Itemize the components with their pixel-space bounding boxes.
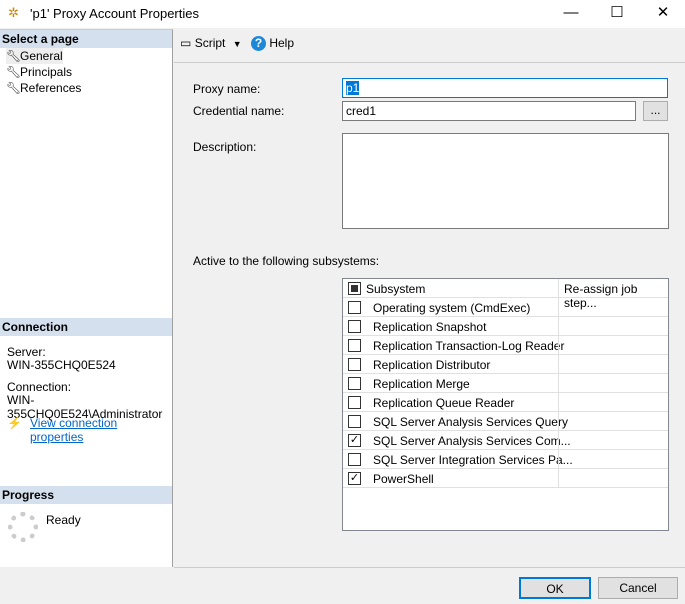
reassign-cell[interactable]	[558, 336, 668, 355]
help-button[interactable]: Help	[269, 36, 294, 50]
select-all-checkbox[interactable]	[348, 282, 361, 295]
cancel-button[interactable]: Cancel	[598, 577, 678, 599]
subsystems-label: Active to the following subsystems:	[193, 254, 380, 268]
server-value: WIN-355CHQ0E524	[7, 358, 116, 372]
subsystem-checkbox[interactable]	[348, 415, 361, 428]
divider	[174, 567, 685, 568]
subsystem-name: Replication Merge	[373, 377, 470, 391]
divider	[174, 62, 685, 63]
subsystem-name: Replication Distributor	[373, 358, 491, 372]
toolbar: ▭ Script ▼ ? Help	[180, 36, 294, 51]
reassign-cell[interactable]	[558, 431, 668, 450]
reassign-cell[interactable]	[558, 317, 668, 336]
subsystems-grid: Subsystem Re-assign job step... Operatin…	[342, 278, 669, 531]
subsystem-column-header[interactable]: Subsystem	[366, 282, 425, 296]
subsystem-checkbox[interactable]: ✓	[348, 434, 361, 447]
page-principals[interactable]: 🔧︎Principals	[6, 64, 72, 80]
reassign-cell[interactable]	[558, 393, 668, 412]
grid-row[interactable]: SQL Server Analysis Services Query	[343, 412, 668, 431]
subsystem-name: Operating system (CmdExec)	[373, 301, 531, 315]
wrench-icon: 🔧︎	[6, 81, 22, 95]
script-icon: ▭	[180, 36, 192, 50]
maximize-button[interactable]: ☐	[594, 0, 640, 28]
server-label: Server:	[7, 345, 46, 359]
subsystem-checkbox[interactable]	[348, 320, 361, 333]
close-button[interactable]: ✕	[640, 0, 685, 28]
subsystem-name: Replication Queue Reader	[373, 396, 515, 410]
sidebar: Select a page 🔧︎General 🔧︎Principals 🔧︎R…	[0, 29, 173, 567]
grid-header: Subsystem Re-assign job step...	[343, 279, 668, 310]
grid-row[interactable]: Replication Queue Reader	[343, 393, 668, 412]
subsystem-checkbox[interactable]	[348, 377, 361, 390]
wrench-icon: 🔧︎	[6, 49, 22, 63]
reassign-cell[interactable]	[558, 374, 668, 393]
wrench-icon: 🔧︎	[6, 65, 22, 79]
subsystem-name: SQL Server Analysis Services Com...	[373, 434, 571, 448]
subsystem-checkbox[interactable]	[348, 453, 361, 466]
reassign-cell[interactable]	[558, 298, 668, 317]
grid-row[interactable]: Replication Transaction-Log Reader	[343, 336, 668, 355]
reassign-cell[interactable]	[558, 450, 668, 469]
grid-row[interactable]: ✓ PowerShell	[343, 469, 668, 488]
script-button[interactable]: Script	[195, 36, 226, 50]
progress-status: Ready	[46, 513, 81, 527]
title-bar: ✲ 'p1' Proxy Account Properties — ☐ ✕	[0, 0, 685, 28]
page-general[interactable]: 🔧︎General	[6, 48, 63, 64]
page-references[interactable]: 🔧︎References	[6, 80, 81, 96]
page-label: References	[20, 81, 82, 95]
description-label: Description:	[193, 140, 257, 154]
view-connection-properties-link[interactable]: View connection properties	[30, 416, 172, 444]
grid-row[interactable]: SQL Server Integration Services Pa...	[343, 450, 668, 469]
subsystem-checkbox[interactable]	[348, 301, 361, 314]
connection-header: Connection	[0, 318, 172, 336]
browse-credential-button[interactable]: ...	[643, 101, 668, 121]
reassign-column-header[interactable]: Re-assign job step...	[558, 279, 668, 310]
credential-name-label: Credential name:	[193, 104, 285, 118]
page-label: Principals	[20, 65, 73, 79]
subsystem-checkbox[interactable]: ✓	[348, 472, 361, 485]
credential-name-input[interactable]: cred1	[342, 101, 636, 121]
subsystem-name: Replication Transaction-Log Reader	[373, 339, 565, 353]
description-input[interactable]	[342, 133, 669, 229]
connection-label: Connection:	[7, 380, 72, 394]
minimize-button[interactable]: —	[548, 0, 594, 28]
proxy-name-input[interactable]: p1	[342, 78, 668, 98]
grid-row[interactable]: Replication Distributor	[343, 355, 668, 374]
progress-header: Progress	[0, 486, 172, 504]
select-page-header: Select a page	[0, 30, 172, 48]
script-dropdown-icon[interactable]: ▼	[233, 39, 242, 49]
ok-button[interactable]: OK	[519, 577, 591, 599]
grid-row[interactable]: Replication Snapshot	[343, 317, 668, 336]
grid-row[interactable]: ✓ SQL Server Analysis Services Com...	[343, 431, 668, 450]
app-icon: ✲	[8, 5, 19, 20]
subsystem-name: PowerShell	[373, 472, 434, 486]
proxy-name-label: Proxy name:	[193, 82, 261, 96]
reassign-cell[interactable]	[558, 412, 668, 431]
proxy-name-value: p1	[346, 81, 360, 95]
page-label: General	[20, 49, 63, 63]
grid-row[interactable]: Replication Merge	[343, 374, 668, 393]
progress-spinner-icon	[8, 512, 38, 542]
grid-row[interactable]: Operating system (CmdExec)	[343, 298, 668, 317]
help-icon: ?	[250, 36, 266, 51]
subsystem-checkbox[interactable]	[348, 396, 361, 409]
plug-icon: ⚡	[7, 416, 22, 430]
subsystem-name: SQL Server Analysis Services Query	[373, 415, 568, 429]
subsystem-name: SQL Server Integration Services Pa...	[373, 453, 573, 467]
reassign-cell[interactable]	[558, 469, 668, 488]
reassign-cell[interactable]	[558, 355, 668, 374]
subsystem-name: Replication Snapshot	[373, 320, 487, 334]
subsystem-checkbox[interactable]	[348, 358, 361, 371]
window-title: 'p1' Proxy Account Properties	[30, 6, 199, 21]
subsystem-checkbox[interactable]	[348, 339, 361, 352]
